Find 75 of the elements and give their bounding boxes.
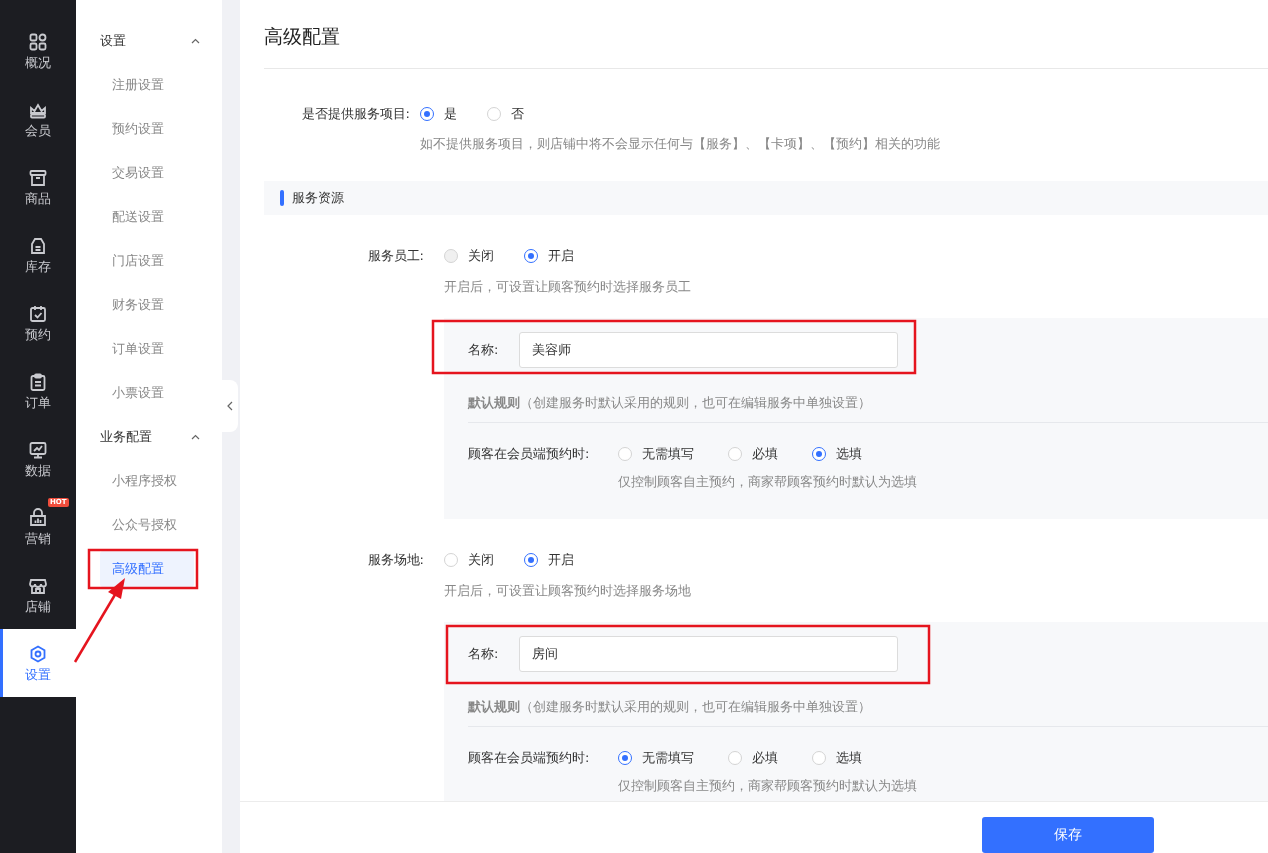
nav-label: 订单 xyxy=(25,394,51,411)
submenu-item[interactable]: 高级配置 xyxy=(100,551,194,587)
submenu-item[interactable]: 公众号授权 xyxy=(100,507,194,543)
radio-option[interactable]: 无需填写 xyxy=(618,748,694,768)
nav-label: 库存 xyxy=(25,258,51,275)
nav-label: 设置 xyxy=(25,666,51,683)
submenu-item[interactable]: 交易设置 xyxy=(100,155,194,191)
radio-option[interactable]: 选填 xyxy=(812,444,862,464)
nav-label: 数据 xyxy=(25,462,51,479)
nav-item[interactable]: 商品 xyxy=(0,153,76,221)
bar-chart-bag-icon xyxy=(28,507,48,528)
nav-item[interactable]: 订单 xyxy=(0,357,76,425)
radio-option[interactable]: 开启 xyxy=(524,550,574,570)
name-input[interactable]: 房间 xyxy=(519,636,898,672)
hint-text: 仅控制顾客自主预约，商家帮顾客预约时默认为选填 xyxy=(618,473,918,491)
nav-item[interactable]: 预约 xyxy=(0,289,76,357)
save-button[interactable]: 保存 xyxy=(982,817,1154,853)
rule-description: 默认规则（创建服务时默认采用的规则，也可在编辑服务中单独设置） xyxy=(468,394,872,412)
nav-item[interactable]: 店铺 xyxy=(0,561,76,629)
grid-icon xyxy=(28,31,48,52)
submenu-group-header[interactable]: 业务配置 xyxy=(76,415,222,459)
store-icon xyxy=(28,167,48,188)
submenu-item[interactable]: 订单设置 xyxy=(100,331,194,367)
nav-item[interactable]: 数据 xyxy=(0,425,76,493)
field-label: 名称: xyxy=(468,645,500,663)
collapse-handle[interactable] xyxy=(222,380,238,432)
field-label: 顾客在会员端预约时: xyxy=(468,445,591,463)
submenu-item[interactable]: 财务设置 xyxy=(100,287,194,323)
submenu-item[interactable]: 预约设置 xyxy=(100,111,194,147)
submenu-group-header[interactable]: 设置 xyxy=(76,19,222,63)
submenu-item[interactable]: 注册设置 xyxy=(100,67,194,103)
field-label: 名称: xyxy=(468,341,500,359)
caret-icon xyxy=(191,38,200,44)
radio-option[interactable]: 开启 xyxy=(524,246,574,266)
hint-text: 仅控制顾客自主预约，商家帮顾客预约时默认为选填 xyxy=(618,777,918,795)
section-title: 服务资源 xyxy=(292,189,344,207)
chart-monitor-icon xyxy=(28,439,48,460)
gear-icon xyxy=(28,643,48,664)
radio-option[interactable]: 关闭 xyxy=(444,550,494,570)
hint-text: 开启后，可设置让顾客预约时选择服务员工 xyxy=(444,278,692,296)
calendar-check-icon xyxy=(28,303,48,324)
nav-label: 会员 xyxy=(25,122,51,139)
hint-text: 如不提供服务项目，则店铺中将不会显示任何与【服务】、【卡项】、【预约】相关的功能 xyxy=(420,135,941,153)
accent-bar xyxy=(280,190,284,206)
nav-item[interactable]: 库存 xyxy=(0,221,76,289)
nav-item[interactable]: 概况 xyxy=(0,17,76,85)
submenu-item[interactable]: 小票设置 xyxy=(100,375,194,411)
box-icon xyxy=(28,235,48,256)
page-title: 高级配置 xyxy=(264,24,341,49)
field-label: 服务场地: xyxy=(366,551,425,569)
rule-description: 默认规则（创建服务时默认采用的规则，也可在编辑服务中单独设置） xyxy=(468,698,872,716)
radio-option[interactable]: 否 xyxy=(487,104,524,124)
field-label: 顾客在会员端预约时: xyxy=(468,749,591,767)
name-input[interactable]: 美容师 xyxy=(519,332,898,368)
chevron-left-icon xyxy=(227,401,233,411)
submenu-item[interactable]: 门店设置 xyxy=(100,243,194,279)
submenu-item[interactable]: 小程序授权 xyxy=(100,463,194,499)
clipboard-icon xyxy=(28,371,48,392)
nav-label: 店铺 xyxy=(25,598,51,615)
field-label: 是否提供服务项目: xyxy=(300,105,411,123)
submenu-item[interactable]: 配送设置 xyxy=(100,199,194,235)
hint-text: 开启后，可设置让顾客预约时选择服务场地 xyxy=(444,582,692,600)
radio-option[interactable]: 无需填写 xyxy=(618,444,694,464)
nav-label: 营销 xyxy=(25,530,51,547)
caret-icon xyxy=(191,434,200,440)
nav-label: 概况 xyxy=(25,54,51,71)
nav-label: 商品 xyxy=(25,190,51,207)
nav-item[interactable]: 会员 xyxy=(0,85,76,153)
nav-label: 预约 xyxy=(25,326,51,343)
radio-option[interactable]: 必填 xyxy=(728,748,778,768)
radio-option[interactable]: 必填 xyxy=(728,444,778,464)
nav-item[interactable]: 设置 xyxy=(0,629,76,697)
radio-option[interactable]: 选填 xyxy=(812,748,862,768)
field-label: 服务员工: xyxy=(366,247,425,265)
radio-option[interactable]: 是 xyxy=(420,104,457,124)
